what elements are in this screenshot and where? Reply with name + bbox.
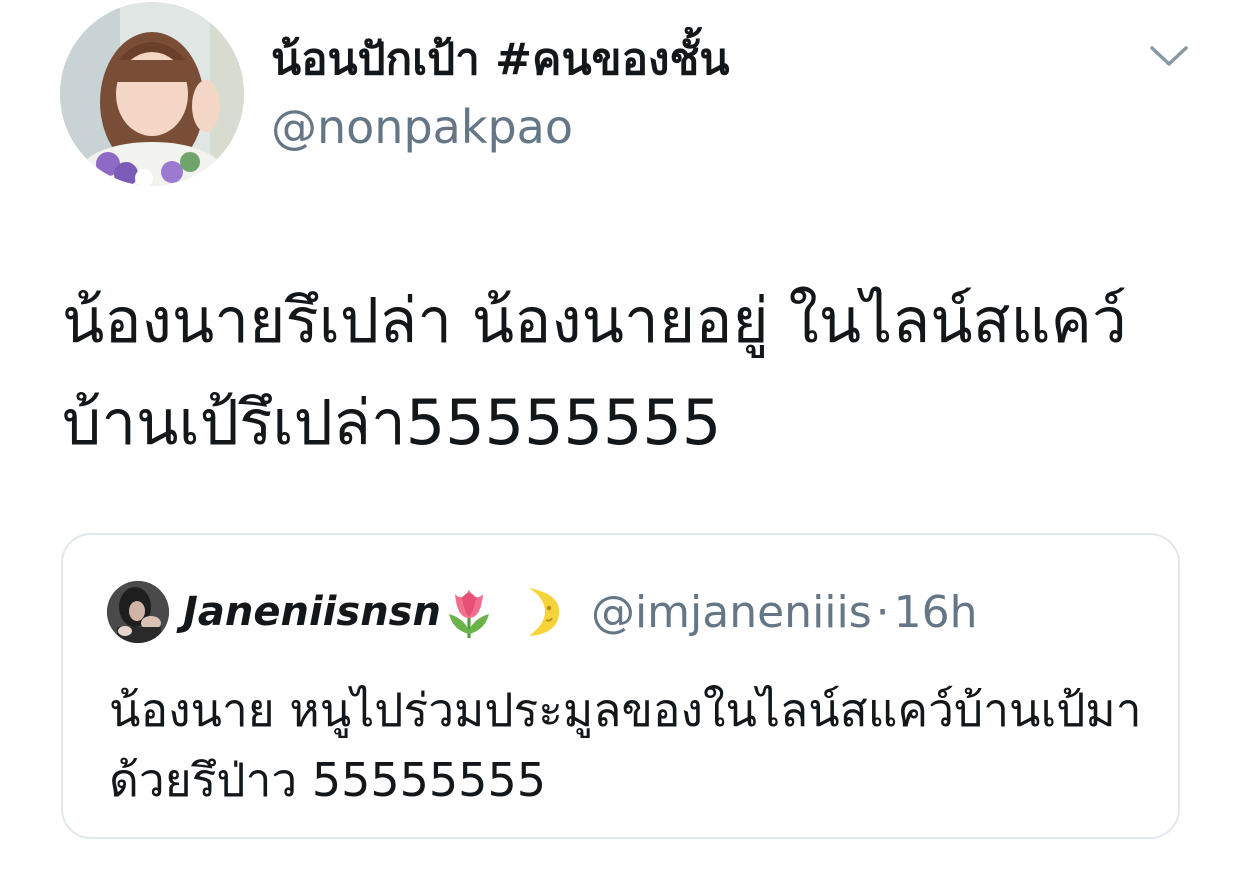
quoted-author-avatar[interactable] (107, 581, 169, 643)
quoted-author-display-name[interactable]: Janeniisnsn (183, 589, 441, 635)
chevron-down-icon[interactable] (1148, 38, 1190, 72)
tweet-text: น้องนายรึเปล่า น้องนายอยู่ ในไลน์สแคว์บ้… (62, 284, 1127, 459)
quoted-author-handle[interactable]: @imjaneniiis (591, 587, 872, 638)
author-display-name[interactable]: น้อนปักเป้า #คนของชั้น (271, 30, 729, 90)
author-avatar[interactable] (60, 2, 244, 186)
author-handle[interactable]: @nonpakpao (271, 96, 573, 158)
quoted-tweet-timestamp[interactable]: 16h (894, 587, 978, 638)
quoted-tweet-text: น้องนาย หนูไปร่วมประมูลของในไลน์สแคว์บ้า… (109, 683, 1142, 807)
tulip-emoji (443, 584, 495, 640)
crescent-moon-face-emoji (519, 584, 563, 640)
quoted-tweet-card[interactable]: Janeniisnsn @imjaneniiis · 16h น้องนาย ห… (61, 533, 1180, 839)
separator-dot: · (875, 586, 890, 638)
quoted-tweet-header: Janeniisnsn @imjaneniiis · 16h (183, 579, 978, 645)
